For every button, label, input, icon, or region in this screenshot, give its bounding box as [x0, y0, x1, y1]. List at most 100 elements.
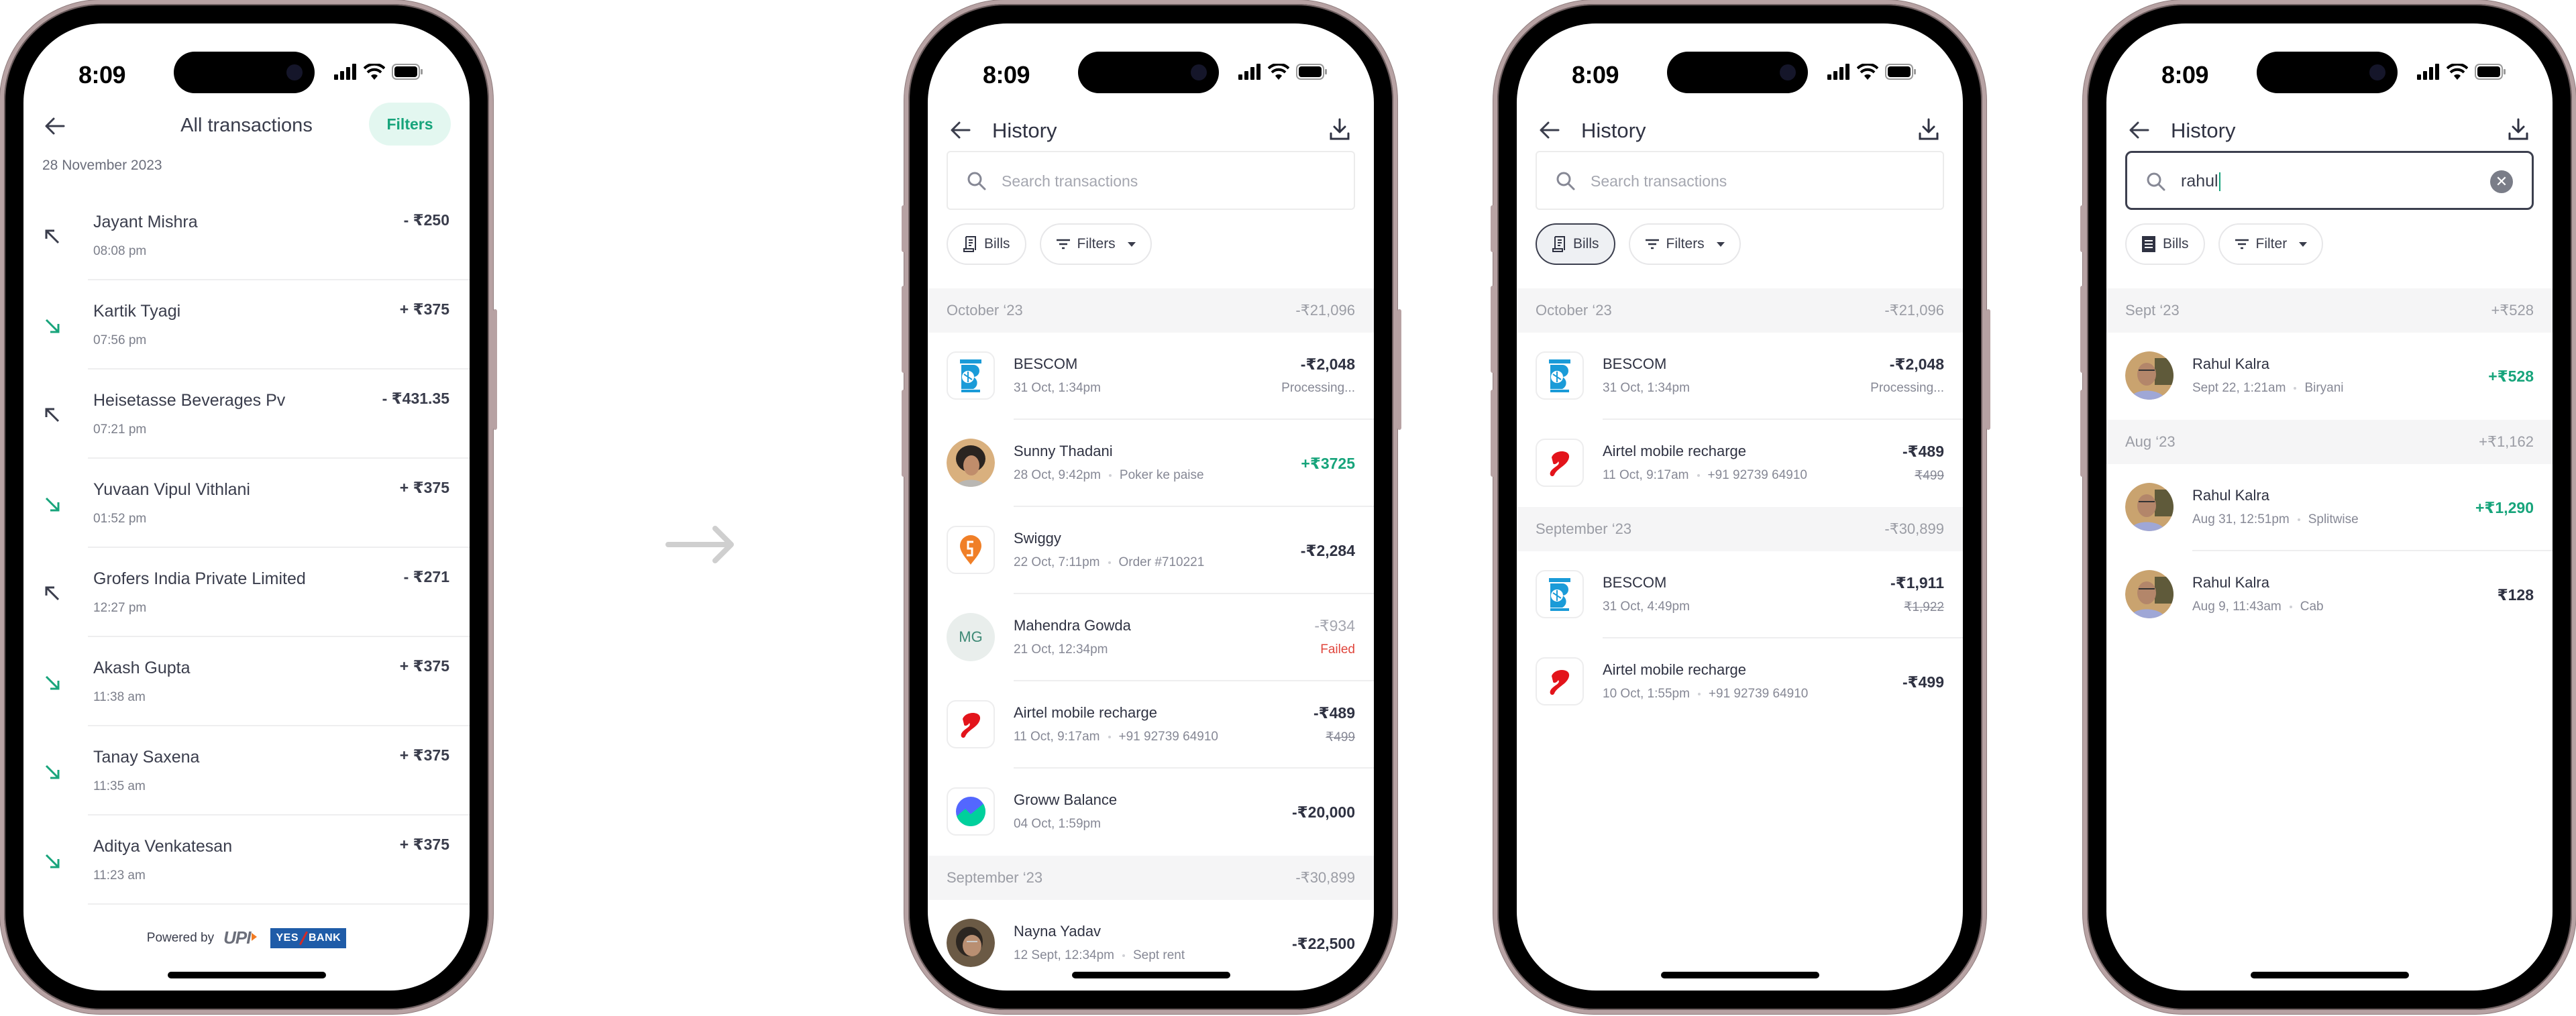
filter-chips: Bills Filter: [2125, 223, 2324, 265]
search-icon: [967, 172, 986, 190]
transaction-row[interactable]: Sunny Thadani 28 Oct, 9:42pm Poker ke pais…: [928, 420, 1374, 507]
transaction-datetime: 22 Oct, 7:11pm: [1014, 555, 1100, 569]
transaction-meta: 31 Oct, 1:34pm: [1603, 381, 1690, 396]
bills-icon: [1552, 236, 1565, 252]
arrow-right-icon: [665, 526, 734, 563]
home-indicator[interactable]: [2250, 972, 2409, 978]
clear-search-button[interactable]: ✕: [2490, 170, 2513, 193]
transaction-amount: - ₹250: [403, 211, 449, 229]
home-indicator[interactable]: [1071, 972, 1230, 978]
download-icon[interactable]: [1917, 117, 1940, 142]
transaction-time: 11:35 am: [93, 779, 146, 793]
search-input[interactable]: rahul ✕: [2125, 151, 2534, 210]
transaction-row[interactable]: Akash Gupta 11:38 am + ₹375: [23, 637, 470, 726]
payee-name: Airtel mobile recharge: [1603, 443, 1746, 459]
arrow-up-left-icon: [45, 586, 60, 601]
transaction-row[interactable]: BESCOM 31 Oct, 1:34pm -₹2,048 Processing...: [928, 333, 1374, 420]
transaction-row[interactable]: BESCOM 31 Oct, 1:34pm -₹2,048 Processing...: [1517, 333, 1963, 420]
transaction-datetime: 21 Oct, 12:34pm: [1014, 642, 1108, 657]
payee-name: Airtel mobile recharge: [1603, 661, 1746, 678]
transaction-amount: -₹934: [1314, 617, 1355, 634]
filters-dropdown[interactable]: Filter: [2218, 223, 2324, 265]
filters-dropdown[interactable]: Filters: [1039, 223, 1152, 265]
transaction-row[interactable]: Aditya Venkatesan 11:23 am + ₹375: [23, 815, 470, 905]
transaction-row[interactable]: Rahul Kalra Aug 9, 11:43am Cab ₹128: [2106, 551, 2553, 638]
month-label: September ‘23: [947, 869, 1043, 886]
status-time: 8:09: [1572, 61, 1619, 89]
transaction-row[interactable]: Jayant Mishra 08:08 pm - ₹250: [23, 191, 470, 280]
transaction-row[interactable]: Kartik Tyagi 07:56 pm + ₹375: [23, 280, 470, 370]
month-total: -₹30,899: [1884, 520, 1944, 537]
back-arrow-icon[interactable]: [949, 119, 972, 142]
arrow-down-right-icon: [45, 319, 60, 333]
transaction-datetime: 31 Oct, 4:49pm: [1603, 600, 1690, 614]
month-header: Sept ‘23 +₹528: [2106, 288, 2553, 333]
bills-chip[interactable]: Bills: [1536, 223, 1615, 265]
transaction-row[interactable]: Groww Balance 04 Oct, 1:59pm -₹20,000: [928, 769, 1374, 856]
transaction-amount: - ₹271: [403, 568, 449, 585]
transaction-datetime: 12 Sept, 12:34pm: [1014, 948, 1114, 962]
transaction-meta: 21 Oct, 12:34pm: [1014, 642, 1108, 657]
month-total: +₹1,162: [2479, 433, 2534, 450]
transaction-row[interactable]: Rahul Kalra Aug 31, 12:51pm Splitwise +₹1,2…: [2106, 464, 2553, 551]
phone-all-transactions: 8:09 All transactions Filters 28 Novembe…: [0, 0, 497, 1014]
download-icon[interactable]: [1328, 117, 1351, 142]
filter-icon: [1056, 239, 1070, 249]
arrow-up-left-icon: [45, 229, 60, 244]
status-time: 8:09: [2161, 61, 2209, 89]
bills-chip[interactable]: Bills: [2125, 223, 2205, 265]
screen: 8:09 All transactions Filters 28 Novembe…: [23, 23, 470, 991]
transaction-amount: + ₹375: [399, 300, 449, 318]
transaction-row[interactable]: MG Mahendra Gowda 21 Oct, 12:34pm -₹934 Fail…: [928, 594, 1374, 681]
back-arrow-icon[interactable]: [1538, 119, 1561, 142]
bills-chip[interactable]: Bills: [947, 223, 1026, 265]
caret-down-icon: [1127, 241, 1136, 247]
original-amount: ₹499: [1915, 469, 1944, 483]
transaction-amount: +₹3725: [1301, 455, 1355, 472]
filters-button[interactable]: Filters: [369, 103, 451, 146]
page-title: History: [2171, 119, 2236, 142]
separator-dot: [1108, 473, 1112, 477]
screen: 8:09 History rahul ✕ Bills Filter Sept ‘23 +₹52…: [2106, 23, 2553, 991]
top-app-bar: History: [1517, 104, 1963, 158]
transaction-row[interactable]: Heisetasse Beverages Pv 07:21 pm - ₹431.35: [23, 370, 470, 459]
bills-icon: [2142, 236, 2155, 252]
action-button: [1491, 205, 1495, 252]
cellular-signal-icon: [1238, 64, 1260, 80]
transaction-time: 12:27 pm: [93, 601, 147, 615]
home-indicator[interactable]: [1660, 972, 1819, 978]
date-header: 28 November 2023: [42, 158, 162, 173]
transaction-row[interactable]: BESCOM 31 Oct, 4:49pm -₹1,911 ₹1,922: [1517, 551, 1963, 638]
transaction-meta: Aug 9, 11:43am Cab: [2192, 600, 2324, 614]
filters-dropdown[interactable]: Filters: [1628, 223, 1741, 265]
separator-dot: [1108, 561, 1111, 564]
bescom-logo-icon: [1536, 351, 1584, 400]
search-input[interactable]: Search transactions: [1536, 151, 1944, 210]
battery-icon: [1885, 64, 1916, 80]
transaction-row[interactable]: Airtel mobile recharge 10 Oct, 1:55pm +91 …: [1517, 638, 1963, 726]
battery-icon: [392, 64, 423, 80]
transaction-row[interactable]: Tanay Saxena 11:35 am + ₹375: [23, 726, 470, 815]
separator-dot: [1697, 473, 1700, 477]
transaction-time: 07:56 pm: [93, 333, 147, 347]
search-input[interactable]: Search transactions: [947, 151, 1355, 210]
home-indicator[interactable]: [167, 972, 326, 978]
transaction-row[interactable]: Airtel mobile recharge 11 Oct, 9:17am +91 …: [1517, 420, 1963, 507]
transaction-row[interactable]: Airtel mobile recharge 11 Oct, 9:17am +91 …: [928, 681, 1374, 769]
transaction-amount: +₹1,290: [2475, 499, 2534, 516]
transaction-datetime: 31 Oct, 1:34pm: [1014, 381, 1101, 395]
transaction-list: Jayant Mishra 08:08 pm - ₹250 Kartik Tyagi 0…: [23, 191, 470, 905]
transaction-row[interactable]: Yuvaan Vipul Vithlani 01:52 pm + ₹375: [23, 459, 470, 548]
download-icon[interactable]: [2507, 117, 2530, 142]
month-label: Sept ‘23: [2125, 302, 2180, 319]
payee-name: Sunny Thadani: [1014, 443, 1113, 459]
transaction-row[interactable]: Grofers India Private Limited 12:27 pm - ₹…: [23, 548, 470, 637]
transaction-row[interactable]: Rahul Kalra Sept 22, 1:21am Biryani +₹528: [2106, 333, 2553, 420]
back-arrow-icon[interactable]: [2128, 119, 2151, 142]
transaction-row[interactable]: Swiggy 22 Oct, 7:11pm Order #710221 -₹2,284: [928, 507, 1374, 594]
transaction-amount: -₹22,500: [1291, 935, 1355, 952]
search-value: rahul: [2181, 172, 2220, 192]
transaction-note: Order #710221: [1118, 555, 1205, 569]
transaction-status: Processing...: [1281, 381, 1355, 395]
search-icon: [1556, 172, 1575, 190]
